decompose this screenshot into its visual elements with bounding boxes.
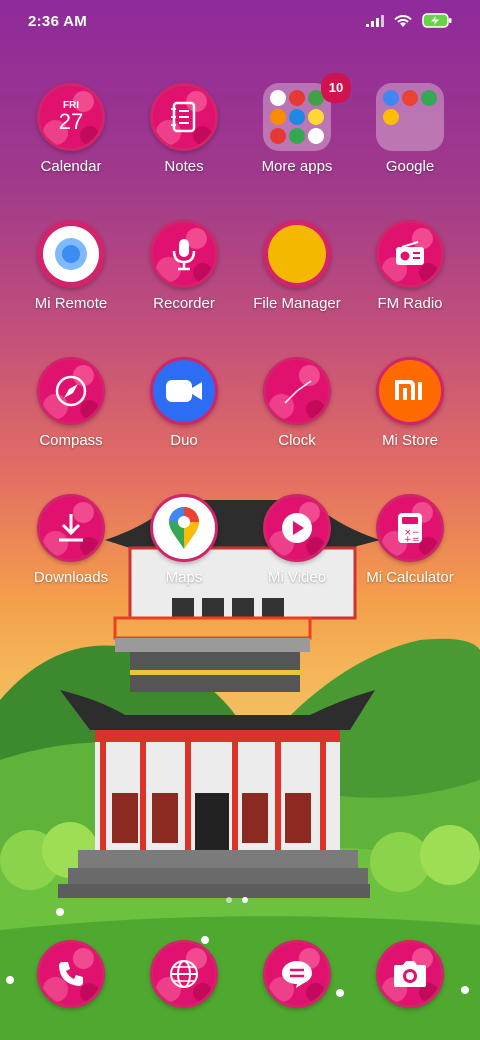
app-label: Mi Remote bbox=[34, 295, 108, 312]
microphone-icon bbox=[150, 220, 218, 288]
calendar-icon: FRI 27 bbox=[37, 83, 105, 151]
app-mi-video[interactable]: Mi Video bbox=[241, 494, 353, 604]
app-label: Notes bbox=[164, 158, 204, 175]
phone-icon bbox=[37, 940, 105, 1008]
app-label: Mi Calculator bbox=[366, 569, 454, 586]
mini-app-icon bbox=[383, 90, 399, 106]
message-icon bbox=[263, 940, 331, 1008]
page-dot-active[interactable] bbox=[242, 897, 248, 903]
folder-icon bbox=[376, 83, 444, 151]
folder-google[interactable]: Google bbox=[354, 83, 466, 193]
app-label: Compass bbox=[39, 432, 103, 449]
mini-app-icon bbox=[289, 109, 305, 125]
app-label: FM Radio bbox=[377, 295, 443, 312]
app-label: File Manager bbox=[253, 295, 341, 312]
folder-yellow-icon bbox=[263, 220, 331, 288]
app-file-manager[interactable]: File Manager bbox=[241, 220, 353, 330]
mini-app-icon bbox=[270, 90, 286, 106]
app-label: Mi Store bbox=[382, 432, 438, 449]
radio-icon bbox=[376, 220, 444, 288]
app-label: Maps bbox=[165, 569, 203, 586]
dock-phone[interactable] bbox=[15, 940, 127, 1010]
app-label: Mi Video bbox=[267, 569, 327, 586]
app-label: Calendar bbox=[40, 158, 102, 175]
status-time: 2:36 AM bbox=[28, 13, 88, 30]
wifi-icon bbox=[394, 15, 412, 27]
folder-label: Google bbox=[385, 158, 435, 175]
folder-more-apps[interactable]: 10 More apps bbox=[241, 73, 353, 193]
battery-charging-icon bbox=[422, 13, 452, 28]
mini-app-icon bbox=[421, 90, 437, 106]
mini-app-icon bbox=[289, 90, 305, 106]
svg-text:=: = bbox=[412, 535, 420, 545]
calendar-date: 27 bbox=[58, 109, 84, 134]
app-mi-remote[interactable]: Mi Remote bbox=[15, 220, 127, 330]
app-clock[interactable]: Clock bbox=[241, 357, 353, 467]
app-maps[interactable]: Maps bbox=[128, 494, 240, 604]
app-notes[interactable]: Notes bbox=[128, 83, 240, 193]
video-camera-icon bbox=[150, 357, 218, 425]
signal-icon bbox=[366, 14, 384, 27]
app-mi-calculator[interactable]: × − + = Mi Calculator bbox=[354, 494, 466, 604]
app-compass[interactable]: Compass bbox=[15, 357, 127, 467]
clock-icon bbox=[263, 357, 331, 425]
compass-icon bbox=[37, 357, 105, 425]
mini-app-icon bbox=[383, 109, 399, 125]
status-bar: 2:36 AM bbox=[0, 0, 480, 44]
app-label: Clock bbox=[278, 432, 316, 449]
app-label: Downloads bbox=[33, 569, 109, 586]
app-mi-store[interactable]: Mi Store bbox=[354, 357, 466, 467]
app-fm-radio[interactable]: FM Radio bbox=[354, 220, 466, 330]
mini-app-icon bbox=[270, 128, 286, 144]
app-recorder[interactable]: Recorder bbox=[128, 220, 240, 330]
app-duo[interactable]: Duo bbox=[128, 357, 240, 467]
app-label: Recorder bbox=[153, 295, 215, 312]
calculator-icon: × − + = bbox=[376, 494, 444, 562]
page-dot[interactable] bbox=[226, 897, 232, 903]
page-indicator bbox=[226, 897, 248, 903]
app-label: Duo bbox=[170, 432, 198, 449]
folder-label: More apps bbox=[261, 158, 333, 175]
play-icon bbox=[263, 494, 331, 562]
notification-badge: 10 bbox=[321, 73, 351, 103]
mini-app-icon bbox=[308, 109, 324, 125]
mini-app-icon bbox=[289, 128, 305, 144]
app-calendar[interactable]: FRI 27 Calendar bbox=[15, 83, 127, 193]
svg-text:+: + bbox=[404, 535, 412, 545]
dock-messaging[interactable] bbox=[241, 940, 353, 1010]
mi-logo-icon bbox=[376, 357, 444, 425]
mini-app-icon bbox=[270, 109, 286, 125]
dock-browser[interactable] bbox=[128, 940, 240, 1010]
app-downloads[interactable]: Downloads bbox=[15, 494, 127, 604]
mi-remote-icon bbox=[37, 220, 105, 288]
download-icon bbox=[37, 494, 105, 562]
mini-app-icon bbox=[308, 128, 324, 144]
map-pin-icon bbox=[150, 494, 218, 562]
mini-app-icon bbox=[402, 90, 418, 106]
dock-camera[interactable] bbox=[354, 940, 466, 1010]
status-icons bbox=[366, 13, 452, 28]
camera-icon bbox=[376, 940, 444, 1008]
notes-icon bbox=[150, 83, 218, 151]
globe-icon bbox=[150, 940, 218, 1008]
